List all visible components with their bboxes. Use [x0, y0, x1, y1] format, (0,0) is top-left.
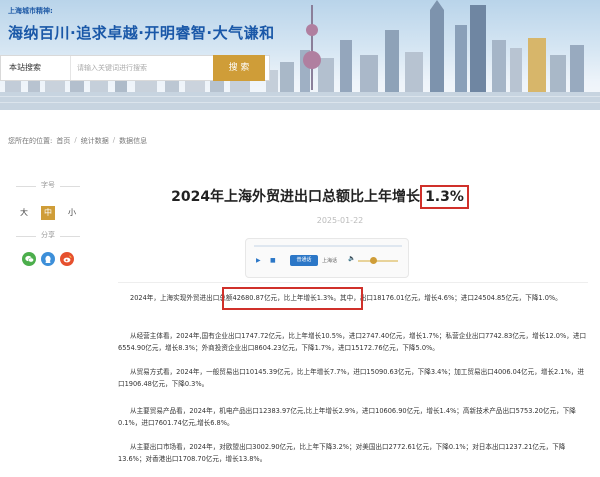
share-options: [8, 252, 88, 266]
breadcrumb-separator: /: [74, 136, 77, 144]
qq-share-icon[interactable]: [41, 252, 55, 266]
breadcrumb-item-stats[interactable]: 统计数据: [81, 136, 109, 146]
article-title-highlight: 1.3%: [420, 185, 469, 209]
audio-player: ▶ ■ 普通话 上海话 🔈: [245, 238, 409, 278]
audio-progress-track[interactable]: [254, 245, 402, 247]
search-button[interactable]: 搜 索: [213, 55, 265, 81]
font-size-medium[interactable]: 中: [41, 206, 55, 220]
search-scope-label[interactable]: 本站搜索: [1, 56, 71, 80]
content-divider: [118, 282, 588, 283]
city-slogan: 海纳百川·追求卓越·开明睿智·大气谦和: [8, 24, 275, 42]
breadcrumb-item-data-info[interactable]: 数据信息: [119, 136, 147, 146]
city-spirit-label: 上海城市精神:: [8, 7, 53, 15]
font-size-small[interactable]: 小: [65, 206, 79, 220]
volume-icon[interactable]: 🔈: [348, 255, 355, 262]
voice-mandarin-button[interactable]: 普通话: [290, 255, 318, 266]
article-title-main: 2024年上海外贸进出口总额比上年增长: [171, 189, 421, 205]
highlight-annotation-box: [222, 287, 363, 310]
share-title: 分享: [8, 230, 88, 242]
breadcrumb-separator: /: [112, 136, 116, 144]
article-paragraph: 从主要出口市场看，2024年，对欧盟出口3002.90亿元，比上年下降3.2%；…: [118, 443, 566, 463]
voice-shanghainese-option[interactable]: 上海话: [322, 257, 337, 264]
article-paragraph: 从贸易方式看，2024年，一般贸易出口10145.39亿元，比上年增长7.7%，…: [118, 368, 584, 388]
breadcrumb-prefix: 您所在的位置:: [8, 137, 53, 145]
font-size-title: 字号: [8, 180, 88, 192]
breadcrumb-item-home[interactable]: 首页: [56, 136, 70, 146]
article-title: 2024年上海外贸进出口总额比上年增长 1.3%: [150, 185, 490, 209]
breadcrumb: 您所在的位置: 首页 / 统计数据 / 数据信息: [8, 136, 147, 146]
font-size-options: 大 中 小: [8, 206, 88, 220]
article-date: 2025-01-22: [316, 216, 364, 225]
play-icon[interactable]: ▶: [256, 257, 261, 264]
stop-icon[interactable]: ■: [270, 257, 276, 264]
article-tools: 字号 大 中 小 分享: [8, 180, 88, 266]
article-paragraph: 从经营主体看，2024年,国有企业出口1747.72亿元，比上年增长10.5%，…: [118, 332, 587, 352]
article-paragraph: 从主要贸易产品看，2024年，机电产品出口12383.97亿元,比上年增长2.9…: [118, 407, 576, 427]
weibo-share-icon[interactable]: [60, 252, 74, 266]
wechat-share-icon[interactable]: [22, 252, 36, 266]
volume-slider-track[interactable]: [358, 260, 398, 262]
font-size-large[interactable]: 大: [17, 206, 31, 220]
search-input[interactable]: [77, 58, 207, 78]
volume-slider-knob[interactable]: [370, 257, 377, 264]
